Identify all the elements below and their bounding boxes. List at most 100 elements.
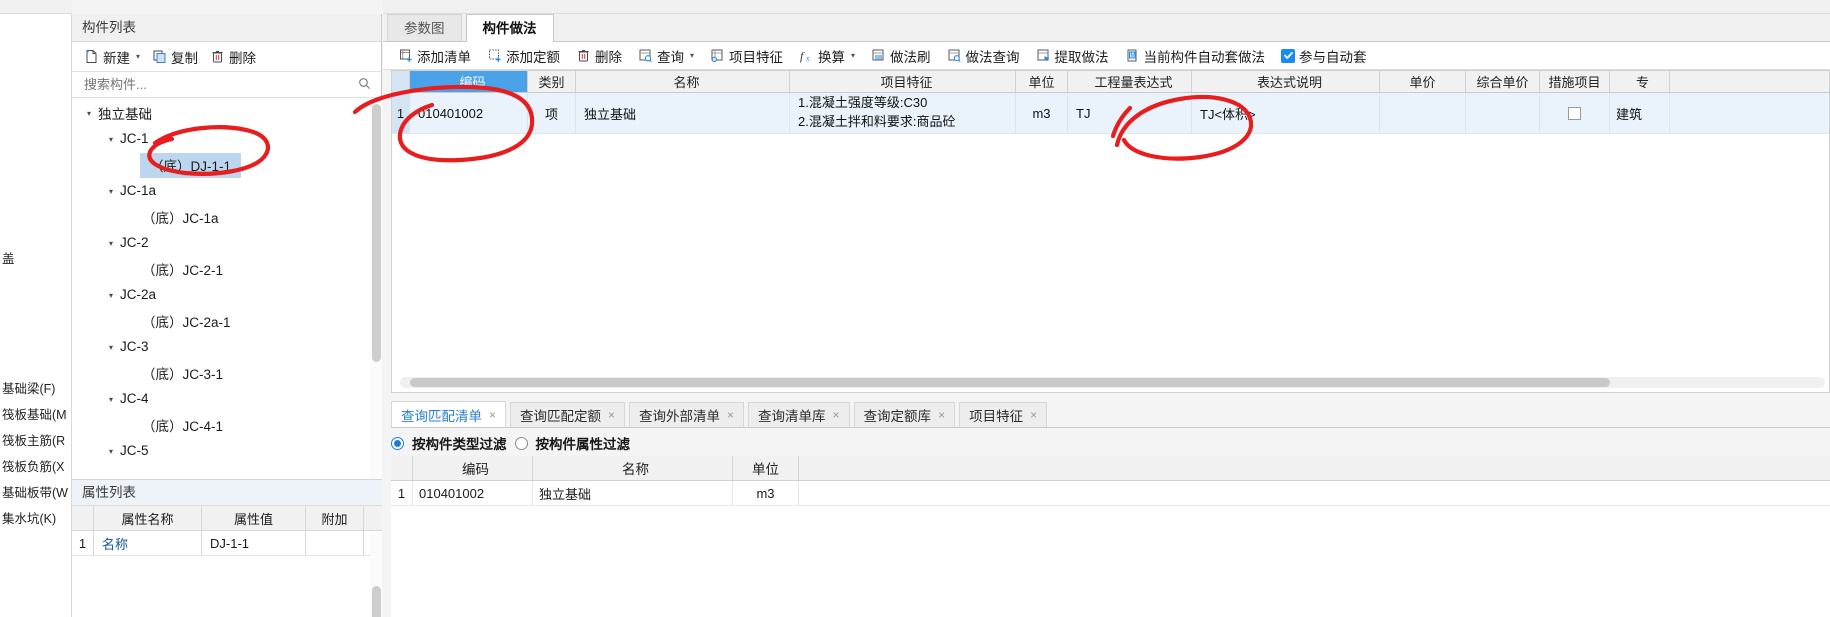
tree-item[interactable]: （底）JC-1a [72, 204, 382, 230]
bottom-tab-query-external-list[interactable]: 查询外部清单 × [629, 402, 745, 427]
filter-by-type-label[interactable]: 按构件类型过滤 [412, 433, 507, 453]
edge-label[interactable] [0, 324, 72, 350]
tab-component-method[interactable]: 构件做法 [465, 14, 554, 42]
grid-header-expression[interactable]: 工程量表达式 [1068, 71, 1192, 92]
filter-by-type-radio[interactable] [391, 436, 404, 450]
grid-header-name[interactable]: 名称 [576, 71, 790, 92]
tree-item[interactable]: ▾ JC-2a [72, 282, 382, 308]
property-row-value[interactable]: DJ-1-1 [202, 531, 306, 555]
bottom-tab-query-matched-quota[interactable]: 查询匹配定额 × [510, 402, 626, 427]
extract-method-button[interactable]: 提取做法 [1029, 44, 1116, 68]
grid-header-price[interactable]: 单价 [1380, 71, 1466, 92]
tree-item[interactable]: （底）DJ-1-1 [72, 152, 382, 178]
property-scrollbar-thumb[interactable] [372, 586, 381, 617]
method-grid[interactable]: 编码 类别 名称 项目特征 单位 工程量表达式 表达式说明 单价 综合单价 措施… [391, 70, 1830, 393]
delete-component-button[interactable]: 删除 [206, 45, 260, 69]
close-icon[interactable]: × [489, 408, 496, 422]
tree-item[interactable]: （底）JC-4-1 [72, 412, 382, 438]
row-specialty[interactable]: 建筑 [1610, 93, 1670, 133]
tree-item[interactable]: （底）JC-2-1 [72, 256, 382, 282]
edge-label[interactable] [0, 350, 72, 376]
auto-method-button[interactable]: M 当前构件自动套做法 [1118, 44, 1273, 68]
tree-item[interactable]: ▾ JC-1a [72, 178, 382, 204]
bottom-tab-query-list-library[interactable]: 查询清单库 × [748, 402, 850, 427]
auto-apply-checkbox-wrap[interactable]: 参与自动套 [1274, 44, 1374, 68]
add-quota-button[interactable]: 添加定额 [480, 44, 567, 68]
chevron-down-icon[interactable]: ▾ [104, 239, 118, 248]
grid-header-expression-desc[interactable]: 表达式说明 [1192, 71, 1380, 92]
tab-parameter-diagram[interactable]: 参数图 [387, 14, 462, 41]
grid-header-category[interactable]: 类别 [528, 71, 576, 92]
chevron-down-icon[interactable]: ▾ [104, 343, 118, 352]
table-row[interactable]: 1 010401002 独立基础 m3 [391, 481, 1830, 506]
row-measure-item[interactable] [1540, 93, 1610, 133]
query-button[interactable]: 查询 ▾ [631, 44, 701, 68]
tree-item[interactable]: （底）JC-3-1 [72, 360, 382, 386]
tree-item[interactable]: ▾ JC-5 [72, 438, 382, 464]
row-expression[interactable]: TJ [1068, 93, 1192, 133]
edge-label[interactable]: 筏板主筋(R [0, 428, 72, 454]
grid-header-measure-item[interactable]: 措施项目 [1540, 71, 1610, 92]
grid-header-specialty[interactable]: 专 [1610, 71, 1670, 92]
tree-item[interactable]: ▾ JC-1 [72, 126, 382, 152]
chevron-down-icon[interactable]: ▾ [104, 291, 118, 300]
edge-label[interactable] [0, 298, 72, 324]
edge-label[interactable]: 盖 [0, 246, 72, 272]
row-comprehensive-price[interactable] [1466, 93, 1540, 133]
edge-label[interactable]: 基础梁(F) [0, 376, 72, 402]
tree-item[interactable]: ▾ JC-4 [72, 386, 382, 412]
query-header-unit[interactable]: 单位 [733, 456, 799, 480]
delete-method-button[interactable]: 删除 [569, 44, 629, 68]
conversion-button[interactable]: fx 换算 ▾ [792, 44, 862, 68]
query-row-unit[interactable]: m3 [733, 481, 799, 505]
close-icon[interactable]: × [608, 408, 615, 422]
filter-by-property-label[interactable]: 按构件属性过滤 [536, 433, 631, 453]
row-code[interactable]: 010401002 [410, 93, 528, 133]
row-name[interactable]: 独立基础 [576, 93, 790, 133]
tree-item[interactable]: ▾ JC-3 [72, 334, 382, 360]
tree-item[interactable]: （底）JC-2a-1 [72, 308, 382, 334]
method-query-button[interactable]: 做法查询 [940, 44, 1027, 68]
query-header-code[interactable]: 编码 [413, 456, 533, 480]
row-category[interactable]: 项 [528, 93, 576, 133]
chevron-down-icon[interactable]: ▾ [104, 395, 118, 404]
copy-component-button[interactable]: 复制 [148, 45, 202, 69]
edge-label[interactable]: 筏板负筋(X [0, 454, 72, 480]
method-brush-button[interactable]: 做法刷 [864, 44, 938, 68]
measure-item-checkbox[interactable] [1568, 106, 1581, 120]
query-result-grid[interactable]: 编码 名称 单位 1 010401002 独立基础 m3 [391, 456, 1830, 617]
chevron-down-icon[interactable]: ▾ [82, 109, 96, 118]
chevron-down-icon[interactable]: ▾ [690, 51, 694, 60]
property-table-row[interactable]: 1 名称 DJ-1-1 [72, 531, 382, 556]
chevron-down-icon[interactable]: ▾ [136, 52, 140, 61]
row-feature[interactable]: 1.混凝土强度等级:C30 2.混凝土拌和料要求:商品砼 [790, 93, 1016, 133]
method-grid-hscrollbar-track[interactable] [400, 377, 1825, 388]
bottom-tab-query-matched-list[interactable]: 查询匹配清单 × [391, 401, 507, 427]
search-component-row[interactable] [72, 72, 381, 98]
tree-item[interactable]: ▾ 独立基础 [72, 100, 382, 126]
tree-item[interactable]: ▾ JC-2 [72, 230, 382, 256]
table-row[interactable]: 1 010401002 项 独立基础 1.混凝土强度等级:C30 2.混凝土拌和… [392, 93, 1829, 134]
chevron-down-icon[interactable]: ▾ [104, 447, 118, 456]
grid-header-comprehensive-price[interactable]: 综合单价 [1466, 71, 1540, 92]
bottom-tab-project-feature[interactable]: 项目特征 × [959, 402, 1048, 427]
bottom-tab-query-quota-library[interactable]: 查询定额库 × [853, 402, 956, 427]
property-row-name[interactable]: 名称 [94, 531, 202, 555]
new-component-button[interactable]: 新建 ▾ [80, 45, 144, 69]
chevron-down-icon[interactable]: ▾ [104, 187, 118, 196]
property-row-extra[interactable] [306, 531, 364, 555]
query-header-name[interactable]: 名称 [533, 456, 733, 480]
chevron-down-icon[interactable]: ▾ [104, 135, 118, 144]
auto-apply-checkbox[interactable] [1281, 48, 1296, 63]
row-price[interactable] [1380, 93, 1466, 133]
edge-label[interactable] [0, 272, 72, 298]
chevron-down-icon[interactable]: ▾ [851, 51, 855, 60]
query-row-name[interactable]: 独立基础 [533, 481, 733, 505]
search-icon[interactable] [358, 77, 373, 92]
grid-header-feature[interactable]: 项目特征 [790, 71, 1016, 92]
project-feature-button[interactable]: 项目特征 [703, 44, 790, 68]
edge-label[interactable]: 基础板带(W [0, 480, 72, 506]
row-expression-desc[interactable]: TJ<体积> [1192, 93, 1380, 133]
close-icon[interactable]: × [727, 408, 734, 422]
tree-scrollbar-thumb[interactable] [372, 104, 381, 362]
